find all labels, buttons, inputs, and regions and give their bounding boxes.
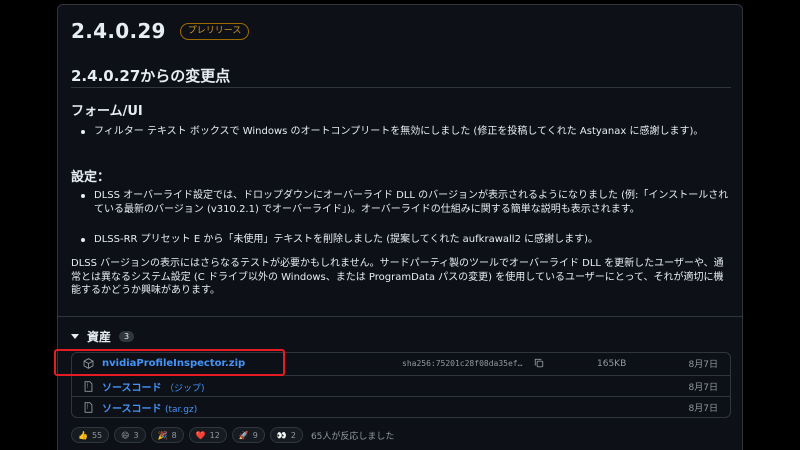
release-note-paragraph: DLSS バージョンの表示にはさらなるテストが必要かもしれません。サードパーティ… [71,258,724,296]
assets-toggle[interactable]: 資産 3 [71,328,135,345]
list-item: フィルター テキスト ボックスで Windows のオートコンプリートを無効にし… [81,125,731,139]
release-version[interactable]: 2.4.0.29 [71,19,166,43]
reaction-laugh[interactable]: 😄 3 [114,427,146,443]
caret-down-icon[interactable] [71,334,79,339]
asset-link-source-targz[interactable]: ソースコード (tar.gz) [102,400,197,415]
list-item: DLSS-RR プリセット E から「未使用」テキストを削除しました (提案して… [81,233,731,247]
asset-date: 8月7日 [688,360,718,370]
heading-divider [71,87,731,88]
file-zip-icon [84,402,93,413]
prerelease-badge: プレリリース [179,22,250,40]
reactions-bar: 👍 55 😄 3 🎉 8 ❤️ 12 🚀 9 👀 2 65人が反応しました [71,427,394,443]
asset-sha256: sha256:75201c28f08da35ef… [402,359,523,368]
file-zip-icon [84,381,93,392]
list-item: DLSS オーバーライド設定では、ドロップダウンにオーバーライド DLL のバー… [81,189,731,216]
release-card: 2.4.0.29 プレリリース 2.4.0.27からの変更点 フォーム/UI フ… [57,4,743,450]
reactions-summary: 65人が反応しました [310,431,395,442]
asset-date: 8月7日 [688,382,718,393]
asset-row-source-zip: ソースコード （ジップ) 8月7日 [72,375,730,396]
assets-title: 資産 [87,330,112,344]
asset-date: 8月7日 [688,403,718,414]
bullet-dot [81,130,85,134]
reaction-eyes[interactable]: 👀 2 [269,427,303,443]
asset-link-source-zip[interactable]: ソースコード （ジップ) [102,379,205,394]
bullet-dot [81,194,85,198]
changes-heading: 2.4.0.27からの変更点 [71,67,231,85]
reaction-thumbs-up[interactable]: 👍 55 [71,427,110,443]
annotation-highlight-box [54,349,285,376]
section-heading-settings: 設定： [71,170,111,185]
asset-size: 165KB [597,358,627,369]
release-title-row: 2.4.0.29 プレリリース [71,19,250,43]
reaction-heart[interactable]: ❤️ 12 [188,427,227,443]
reaction-rocket[interactable]: 🚀 9 [231,427,265,443]
assets-count: 3 [119,331,135,342]
section-heading-form-ui: フォーム/UI [71,104,143,119]
asset-row-source-targz: ソースコード (tar.gz) 8月7日 [72,396,730,417]
reaction-hooray[interactable]: 🎉 8 [150,427,184,443]
copy-icon[interactable] [534,358,544,368]
bullet-dot [81,238,85,242]
section-divider [58,316,742,317]
